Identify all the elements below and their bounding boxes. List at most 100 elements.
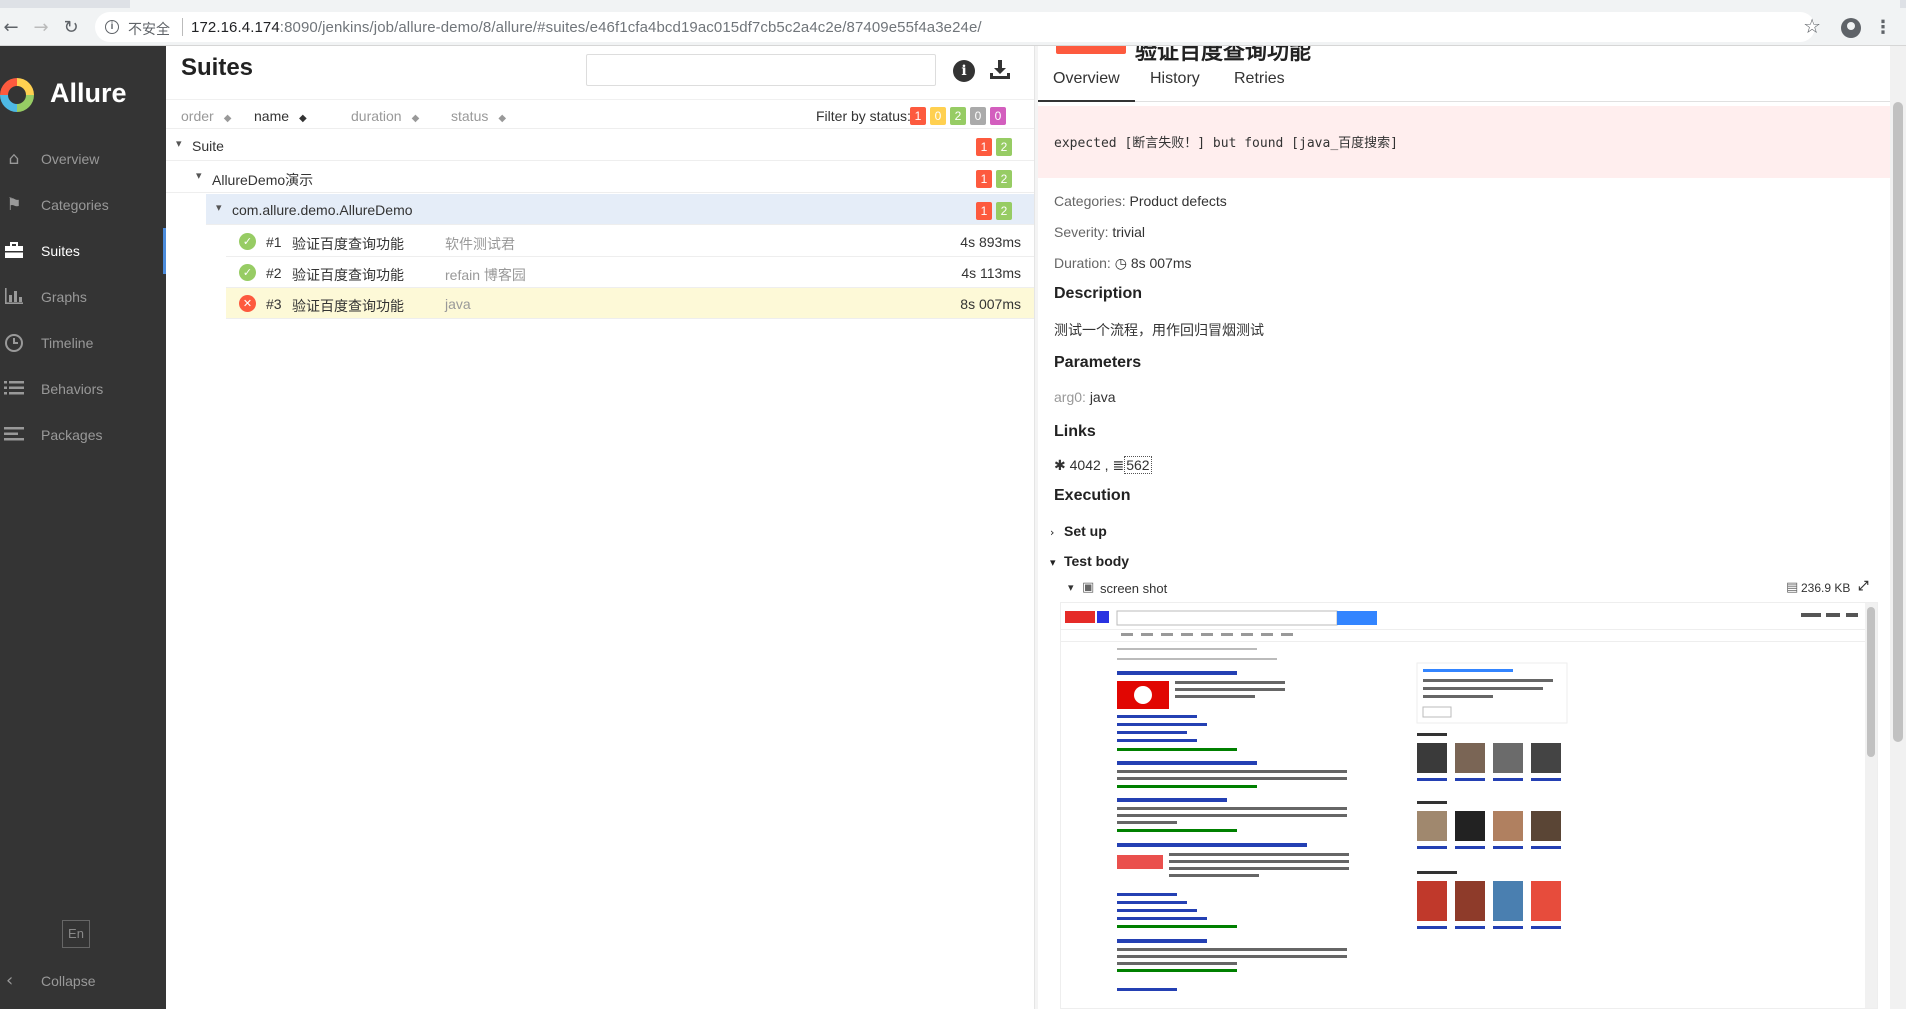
- tab-overview[interactable]: Overview: [1038, 70, 1135, 102]
- bug-icon: ✱: [1054, 458, 1066, 474]
- tree-node-alluredemo[interactable]: ▾ AllureDemo演示 1 2: [166, 162, 1034, 193]
- home-icon: ⌂: [8, 149, 20, 169]
- tree-node-class[interactable]: ▾ com.allure.demo.AllureDemo 1 2: [206, 194, 1034, 225]
- bar-chart-icon: [4, 287, 24, 307]
- sidebar-item-label: Timeline: [41, 335, 94, 351]
- info-icon[interactable]: i: [105, 20, 119, 34]
- sort-status-button[interactable]: status ◆: [451, 108, 506, 124]
- clock-icon: [4, 333, 24, 353]
- test-row[interactable]: ✓ #2 验证百度查询功能 refain 博客园 4s 113ms: [226, 257, 1034, 288]
- sidebar-item-behaviors[interactable]: Behaviors: [0, 366, 166, 412]
- passed-count-badge: 2: [996, 170, 1012, 188]
- test-name: 验证百度查询功能: [292, 298, 404, 314]
- passed-status-icon: ✓: [239, 233, 256, 250]
- execution-title: Execution: [1054, 487, 1131, 504]
- sidebar-item-packages[interactable]: Packages: [0, 412, 166, 458]
- chevron-down-icon: ▾: [196, 169, 202, 182]
- url-text[interactable]: 172.16.4.174:8090/jenkins/job/allure-dem…: [191, 19, 982, 36]
- scrollbar-thumb[interactable]: [1867, 607, 1875, 757]
- scrollbar-thumb[interactable]: [1893, 102, 1903, 742]
- info-icon[interactable]: i: [953, 60, 975, 82]
- test-row-selected[interactable]: ✕ #3 验证百度查询功能 java 8s 007ms: [226, 288, 1034, 319]
- details-tabs: Overview History Retries: [1038, 60, 1890, 102]
- test-description: refain 博客园: [445, 267, 526, 283]
- account-icon[interactable]: [1841, 18, 1861, 38]
- parameter-row: arg0: java: [1054, 389, 1116, 405]
- address-bar[interactable]: i 不安全 172.16.4.174:8090/jenkins/job/allu…: [95, 12, 1815, 42]
- sidebar-item-label: Categories: [41, 197, 109, 213]
- filter-passed-toggle[interactable]: 2: [950, 107, 966, 125]
- attachment-size: 236.9 KB: [1801, 581, 1851, 595]
- sort-icon: ◆: [498, 113, 507, 124]
- details-scrollbar[interactable]: [1890, 46, 1906, 1009]
- tab-strip: [0, 0, 1906, 8]
- failed-status-icon: ✕: [239, 295, 256, 312]
- flag-icon: ⚑: [6, 195, 22, 215]
- filter-broken-toggle[interactable]: 0: [930, 107, 946, 125]
- expand-icon[interactable]: ⤢: [1858, 579, 1868, 594]
- collapse-button[interactable]: ‹ Collapse: [0, 962, 166, 1002]
- chevron-down-icon: ▾: [176, 137, 182, 150]
- issue-link[interactable]: 4042: [1070, 457, 1101, 473]
- brand[interactable]: Allure: [0, 60, 166, 112]
- filter-label: Filter by status:: [816, 108, 911, 124]
- test-duration: 4s 893ms: [960, 234, 1021, 250]
- active-tab[interactable]: [130, 0, 1900, 8]
- test-number: #3: [266, 296, 282, 312]
- url-path: :8090/jenkins/job/allure-demo/8/allure/#…: [279, 19, 982, 36]
- test-number: #1: [266, 234, 282, 250]
- divider: [182, 18, 183, 36]
- sort-name-button[interactable]: name ◆: [254, 108, 307, 124]
- attachment-row[interactable]: ▾ ▣ screen shot ▤ 236.9 KB ⤢: [1068, 578, 1878, 602]
- screenshot-thumbnail: [1061, 603, 1867, 1008]
- sidebar-item-label: Packages: [41, 427, 103, 443]
- database-icon: ≣: [1112, 458, 1125, 474]
- description-text: 测试一个流程，用作回归冒烟测试: [1054, 322, 1264, 338]
- sidebar-item-label: Behaviors: [41, 381, 104, 397]
- chevron-down-icon: ▾: [216, 201, 222, 214]
- test-duration: 8s 007ms: [960, 296, 1021, 312]
- filter-failed-toggle[interactable]: 1: [910, 107, 926, 125]
- sidebar-item-graphs[interactable]: Graphs: [0, 274, 166, 320]
- back-icon[interactable]: ←: [0, 17, 22, 39]
- toolbar: ← → ↻ i 不安全 172.16.4.174:8090/jenkins/jo…: [0, 8, 1906, 46]
- passed-count-badge: 2: [996, 138, 1012, 156]
- failed-count-badge: 1: [976, 202, 992, 220]
- attachment-name: screen shot: [1100, 581, 1168, 596]
- forward-icon[interactable]: →: [30, 17, 52, 39]
- setup-toggle[interactable]: › Set up: [1050, 523, 1107, 539]
- sidebar-item-timeline[interactable]: Timeline: [0, 320, 166, 366]
- sidebar-nav: ⌂ Overview ⚑ Categories Suites Graphs Ti…: [0, 136, 166, 458]
- failed-count-badge: 1: [976, 138, 992, 156]
- tab-history[interactable]: History: [1150, 70, 1200, 88]
- sort-bar: order ◆ name ◆ duration ◆ status ◆ Filter by…: [166, 99, 1034, 129]
- tms-link[interactable]: 562: [1124, 456, 1152, 474]
- menu-icon[interactable]: ⋮: [1874, 17, 1892, 37]
- sort-order-button[interactable]: order ◆: [181, 108, 231, 124]
- testbody-label: Test body: [1064, 553, 1130, 569]
- sidebar-item-overview[interactable]: ⌂ Overview: [0, 136, 166, 182]
- failed-count-badge: 1: [976, 170, 992, 188]
- search-input[interactable]: [586, 54, 936, 86]
- tab-retries[interactable]: Retries: [1234, 70, 1285, 88]
- sort-label: order: [181, 108, 214, 124]
- sidebar-item-categories[interactable]: ⚑ Categories: [0, 182, 166, 228]
- browser-chrome: ← → ↻ i 不安全 172.16.4.174:8090/jenkins/jo…: [0, 0, 1906, 46]
- filter-skipped-toggle[interactable]: 0: [970, 107, 986, 125]
- test-description: java: [445, 296, 471, 312]
- download-icon[interactable]: [988, 58, 1012, 82]
- align-left-icon: [4, 425, 24, 445]
- filter-unknown-toggle[interactable]: 0: [990, 107, 1006, 125]
- bookmark-star-icon[interactable]: ☆: [1803, 17, 1821, 37]
- language-switch-button[interactable]: En: [62, 920, 90, 948]
- sort-label: duration: [351, 108, 402, 124]
- test-row[interactable]: ✓ #1 验证百度查询功能 软件测试君 4s 893ms: [226, 226, 1034, 257]
- testbody-toggle[interactable]: ▾ Test body: [1050, 553, 1129, 569]
- categories-value: Product defects: [1129, 193, 1227, 209]
- briefcase-icon: [4, 241, 24, 261]
- screenshot-scrollbar[interactable]: [1865, 603, 1877, 1008]
- tree-node-suite[interactable]: ▾ Suite 1 2: [166, 130, 1034, 161]
- sidebar-item-suites[interactable]: Suites: [0, 228, 166, 274]
- sort-duration-button[interactable]: duration ◆: [351, 108, 419, 124]
- reload-icon[interactable]: ↻: [60, 17, 82, 39]
